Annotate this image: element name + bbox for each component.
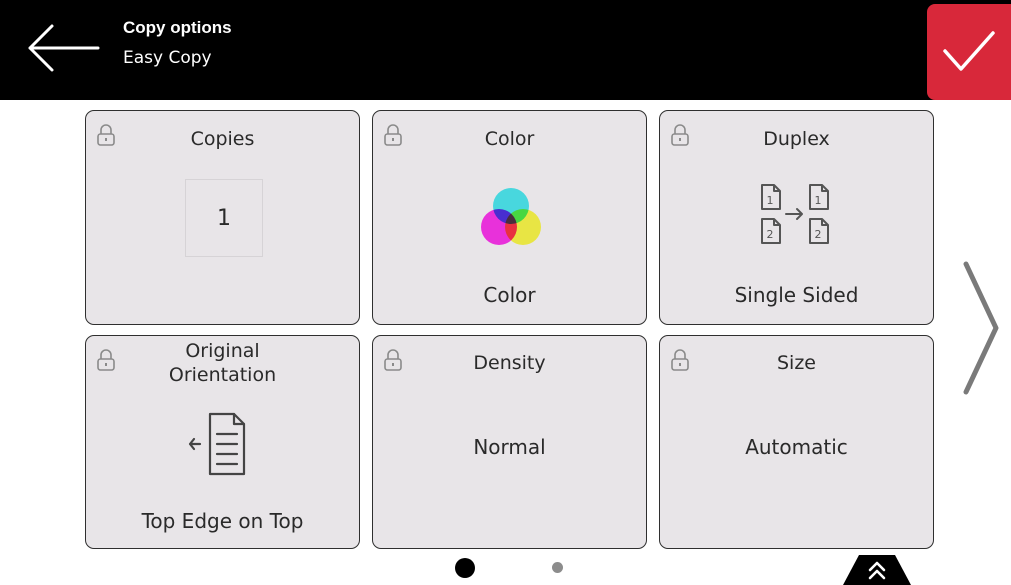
- page-indicator-1-active[interactable]: [455, 558, 475, 578]
- orientation-label-line2: Orientation: [168, 364, 277, 386]
- orientation-value: Top Edge on Top: [141, 509, 304, 533]
- copies-value[interactable]: 1: [185, 179, 263, 257]
- back-button[interactable]: [22, 20, 102, 76]
- document-orientation-icon: [188, 412, 246, 476]
- density-label: Density: [473, 352, 546, 374]
- duplex-pages-icon: 1 2 1 2: [761, 184, 829, 244]
- color-label: Color: [484, 128, 535, 150]
- next-page-button[interactable]: [958, 258, 1004, 398]
- page-title: Copy options: [123, 18, 232, 37]
- duplex-tile[interactable]: Duplex 1 2 1 2 Single Sided: [659, 110, 934, 325]
- checkmark-icon: [943, 31, 995, 71]
- size-value: Automatic: [745, 435, 848, 459]
- arrow-left-icon: [28, 24, 100, 72]
- title-block: Copy options Easy Copy: [123, 18, 232, 68]
- duplex-label: Duplex: [763, 128, 830, 150]
- svg-text:1: 1: [815, 194, 822, 207]
- copies-label: Copies: [190, 128, 255, 150]
- svg-text:1: 1: [767, 194, 774, 207]
- orientation-tile[interactable]: Original Orientation Top Edge on Top: [85, 335, 360, 549]
- expand-panel-button[interactable]: [843, 555, 911, 585]
- confirm-button[interactable]: [927, 4, 1011, 100]
- color-tile[interactable]: Color Color: [372, 110, 647, 325]
- density-value: Normal: [473, 435, 546, 459]
- size-tile[interactable]: Size Automatic: [659, 335, 934, 549]
- header-bar: Copy options Easy Copy: [0, 0, 1011, 100]
- svg-text:2: 2: [767, 228, 774, 241]
- color-value: Color: [483, 283, 536, 307]
- duplex-value: Single Sided: [734, 283, 859, 307]
- density-tile[interactable]: Density Normal: [372, 335, 647, 549]
- copies-tile[interactable]: Copies 1: [85, 110, 360, 325]
- chevron-right-icon: [963, 261, 999, 395]
- page-indicator-2[interactable]: [552, 562, 563, 573]
- double-chevron-up-icon: [868, 561, 886, 580]
- svg-text:2: 2: [815, 228, 822, 241]
- color-circles-icon: [481, 188, 541, 245]
- page-subtitle: Easy Copy: [123, 48, 212, 68]
- size-label: Size: [776, 352, 816, 374]
- orientation-label-line1: Original: [185, 340, 260, 362]
